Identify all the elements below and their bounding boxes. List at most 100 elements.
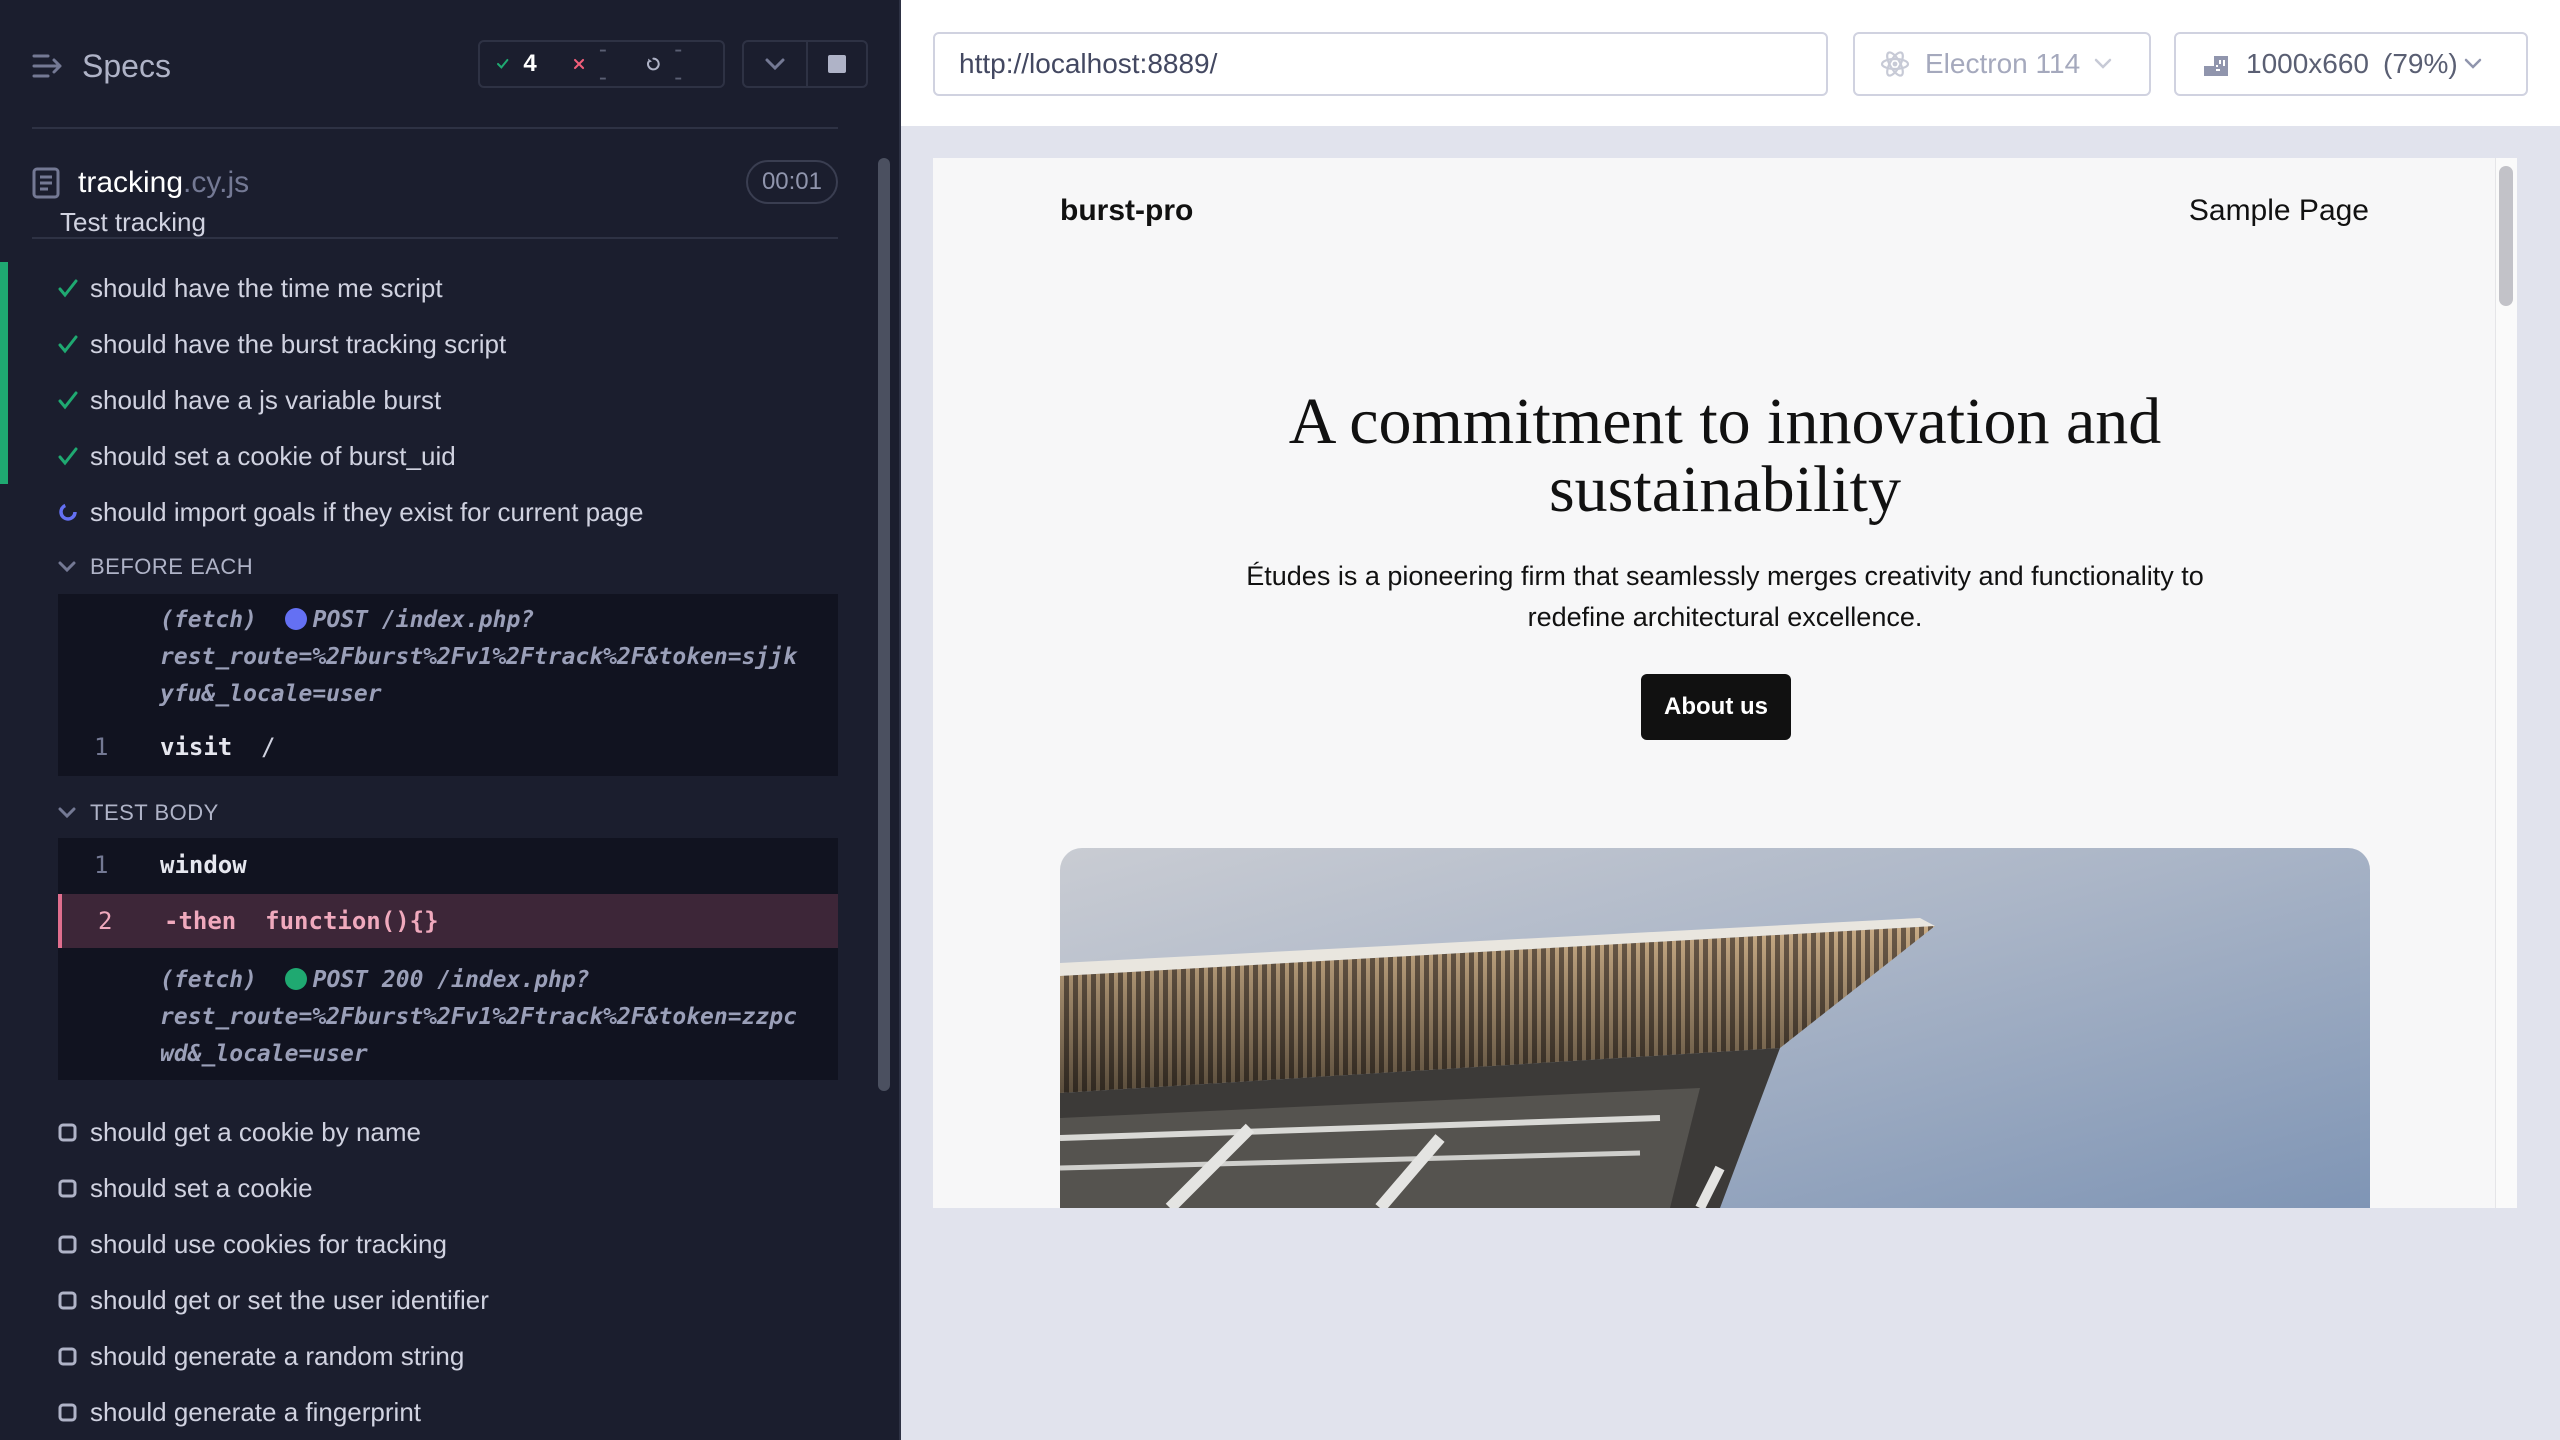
queued-square-icon	[58, 1347, 77, 1366]
queued-square-icon	[58, 1291, 77, 1310]
spec-file-name: tracking	[78, 166, 184, 199]
site-brand[interactable]: burst-pro	[1060, 194, 1193, 228]
test-item-queued[interactable]: should get or set the user identifier	[0, 1274, 838, 1326]
pending-spinner-icon	[646, 57, 660, 71]
fetch-log[interactable]: (fetch) POST 200 /index.php? rest_route=…	[160, 962, 797, 1073]
nav-link-sample-page[interactable]: Sample Page	[2189, 194, 2369, 228]
command-text: visit /	[160, 733, 276, 761]
collapse-all-button[interactable]	[742, 40, 808, 88]
test-label: should use cookies for tracking	[90, 1228, 447, 1259]
stop-square-icon	[828, 55, 846, 73]
spec-duration: 00:01	[745, 160, 838, 204]
test-label: should get or set the user identifier	[90, 1284, 489, 1315]
viewport-selector[interactable]: 1000x660 (79%)	[2174, 32, 2528, 96]
specs-label: Specs	[82, 47, 171, 84]
runner-scrollbar[interactable]	[878, 158, 890, 1091]
command-number: 2	[98, 907, 113, 935]
test-label: should set a cookie of burst_uid	[90, 440, 456, 471]
header-divider	[32, 127, 838, 129]
test-item[interactable]: should set a cookie of burst_uid	[0, 430, 838, 484]
command-name: window	[160, 851, 247, 879]
hero-description: Études is a pioneering firm that seamles…	[1246, 561, 2204, 632]
test-item-queued[interactable]: should set a cookie	[0, 1162, 838, 1214]
test-label: should generate a fingerprint	[90, 1396, 422, 1427]
test-item[interactable]: should have the time me script	[0, 262, 838, 318]
specs-list-icon	[32, 54, 62, 78]
test-item-running[interactable]: should import goals if they exist for cu…	[0, 486, 838, 538]
test-runner-panel: Specs 4 -- -- tracking .cy.js 00:01 Test …	[0, 0, 899, 1440]
stop-button[interactable]	[806, 40, 868, 88]
fetch-line: wd&_locale=user	[160, 1041, 368, 1067]
test-item-queued[interactable]: should generate a random string	[0, 1330, 838, 1382]
chevron-down-icon	[2464, 58, 2481, 69]
viewport-size: 1000x660	[2246, 48, 2370, 79]
test-label: should get a cookie by name	[90, 1116, 421, 1147]
passed-indicator-bar	[0, 374, 8, 430]
hero-title: A commitment to innovation and sustainab…	[1288, 385, 2162, 526]
passed-count: 4	[523, 50, 537, 77]
suite-title[interactable]: Test tracking	[60, 210, 206, 238]
chevron-down-icon	[765, 58, 785, 71]
app-iframe[interactable]: burst-pro Sample Page A commitment to in…	[933, 158, 2517, 1208]
queued-square-icon	[58, 1179, 77, 1198]
fetch-line: yfu&_locale=user	[160, 681, 382, 707]
command-arg: function(){}	[265, 907, 439, 935]
spec-file-header[interactable]: tracking .cy.js 00:01	[32, 160, 838, 206]
aut-header: http://localhost:8889/ Electron 114 1000…	[901, 0, 2560, 128]
passed-check-icon	[497, 58, 509, 69]
running-spinner-icon	[59, 503, 77, 521]
fetch-prefix: (fetch)	[160, 607, 257, 633]
app-under-test-panel: http://localhost:8889/ Electron 114 1000…	[901, 0, 2560, 1440]
failed-count: --	[598, 36, 607, 91]
fetch-log[interactable]: (fetch) POST /index.php? rest_route=%2Fb…	[160, 602, 797, 713]
test-item-queued[interactable]: should get a cookie by name	[0, 1106, 838, 1158]
command-arg: /	[261, 733, 276, 761]
passed-indicator-bar	[0, 262, 8, 318]
test-item[interactable]: should have a js variable burst	[0, 374, 838, 430]
command-visit[interactable]: 1 visit /	[58, 720, 838, 774]
check-icon	[58, 279, 78, 298]
browser-selector[interactable]: Electron 114	[1853, 32, 2151, 96]
specs-toggle[interactable]: Specs	[32, 40, 171, 92]
command-then-active[interactable]: 2 -then function(){}	[58, 894, 838, 948]
passed-indicator-bar	[0, 318, 8, 374]
url-bar[interactable]: http://localhost:8889/	[933, 32, 1828, 96]
iframe-scrollbar-track[interactable]	[2495, 158, 2517, 1208]
test-body-toggle[interactable]: TEST BODY	[58, 798, 219, 828]
chevron-down-icon	[2094, 58, 2112, 69]
failed-x-icon	[573, 58, 584, 70]
before-each-hook-toggle[interactable]: BEFORE EACH	[58, 552, 253, 582]
test-label: should have a js variable burst	[90, 384, 442, 415]
chevron-down-icon	[58, 807, 76, 819]
building-photo	[1060, 848, 2370, 1208]
test-label: should have the time me script	[90, 272, 443, 303]
hook-label: BEFORE EACH	[90, 554, 254, 579]
check-icon	[58, 391, 78, 410]
test-item-queued[interactable]: should generate a fingerprint	[0, 1386, 838, 1438]
test-item[interactable]: should have the burst tracking script	[0, 318, 838, 374]
command-name: -then	[164, 907, 237, 935]
chevron-down-icon	[58, 561, 76, 573]
before-each-commands: (fetch) POST /index.php? rest_route=%2Fb…	[58, 594, 838, 776]
passed-indicator-bar	[0, 430, 8, 484]
about-us-button[interactable]: About us	[1641, 674, 1791, 740]
hook-label: TEST BODY	[90, 800, 219, 825]
command-number: 1	[94, 851, 109, 879]
hero-building-image	[1060, 848, 2370, 1208]
spec-file-ext: .cy.js	[183, 166, 250, 199]
fetch-line: rest_route=%2Fburst%2Fv1%2Ftrack%2F&toke…	[160, 1004, 797, 1030]
test-item-queued[interactable]: should use cookies for tracking	[0, 1218, 838, 1270]
check-icon	[58, 335, 78, 354]
iframe-scrollbar[interactable]	[2499, 166, 2513, 306]
fetch-line: POST 200 /index.php?	[312, 967, 590, 993]
document-icon	[32, 167, 60, 199]
queued-square-icon	[58, 1123, 77, 1142]
pending-request-dot	[284, 608, 307, 630]
command-text: -then function(){}	[164, 907, 439, 935]
pending-count: --	[674, 36, 683, 91]
command-window[interactable]: 1 window	[58, 838, 838, 892]
fetch-line: rest_route=%2Fburst%2Fv1%2Ftrack%2F&toke…	[160, 644, 797, 670]
viewport-zoom: (79%)	[2383, 48, 2458, 79]
test-label: should have the burst tracking script	[90, 328, 507, 359]
test-body-commands: 1 window 2 -then function(){} (fetch) PO…	[58, 838, 838, 1080]
